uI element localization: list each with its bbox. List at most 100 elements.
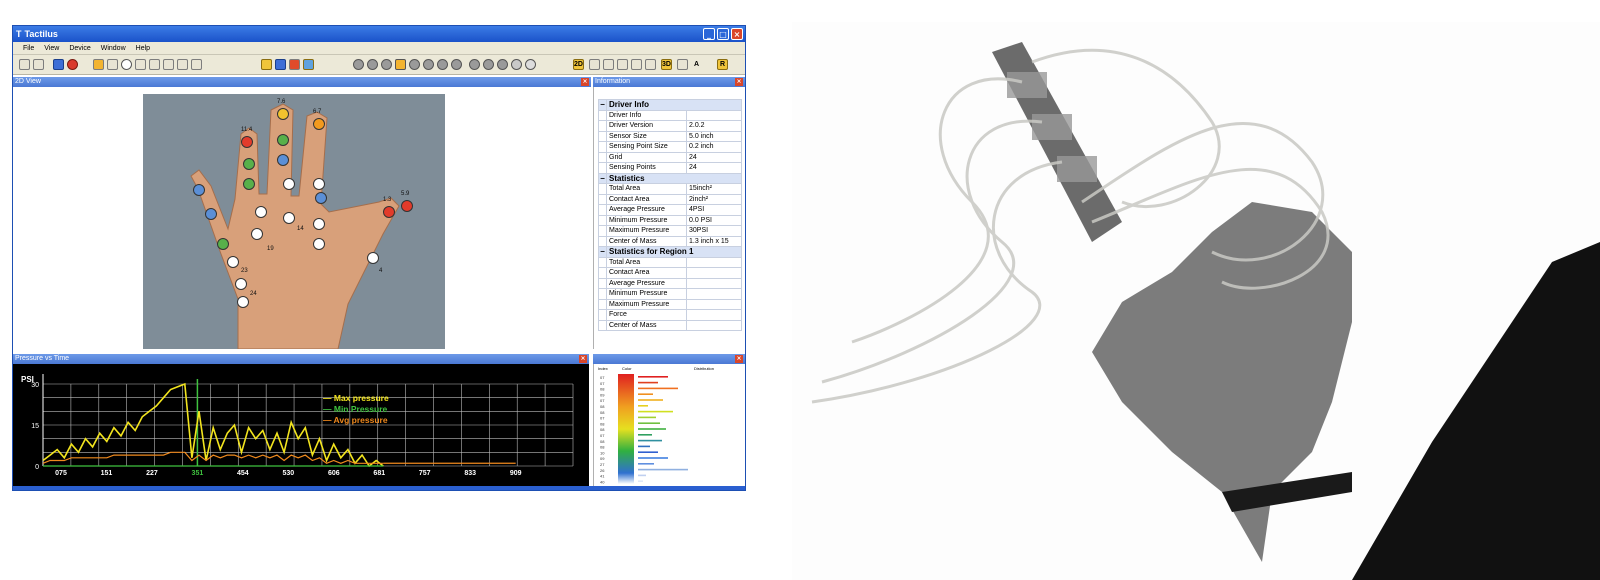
color-scale (618, 374, 634, 484)
sensor-point[interactable] (313, 178, 325, 190)
sensor-point[interactable] (277, 108, 289, 120)
info-value: 15inch² (686, 183, 742, 195)
collapse-icon[interactable]: − (598, 172, 607, 184)
sensor-point[interactable] (235, 278, 247, 290)
minimize-button[interactable]: _ (703, 28, 715, 40)
display-icon[interactable] (677, 59, 688, 70)
graph-icon[interactable] (617, 59, 628, 70)
save-icon[interactable] (53, 59, 64, 70)
row-indent (598, 141, 607, 153)
menu-device[interactable]: Device (69, 45, 90, 52)
sensor-point[interactable] (283, 178, 295, 190)
sensor-point[interactable] (243, 178, 255, 190)
new-file-icon[interactable] (19, 59, 30, 70)
sensor-point[interactable] (251, 228, 263, 240)
grid-icon[interactable] (261, 59, 272, 70)
pen-icon[interactable] (107, 59, 118, 70)
sensor-number: 19 (267, 246, 274, 252)
info-row: Sensor Size 5.0 inch (598, 130, 742, 142)
close-icon[interactable]: × (735, 78, 743, 86)
close-icon[interactable]: × (581, 78, 589, 86)
sensor-point[interactable] (205, 208, 217, 220)
info-value: 0.2 inch (686, 141, 742, 153)
zoom-out-icon[interactable] (483, 59, 494, 70)
sensor-point[interactable] (255, 206, 267, 218)
collapse-icon[interactable]: − (598, 99, 607, 111)
rotate-right-icon[interactable] (511, 59, 522, 70)
zoom-in-icon[interactable] (469, 59, 480, 70)
sensor-point[interactable] (277, 134, 289, 146)
palette-icon[interactable] (289, 59, 300, 70)
sensor-point[interactable] (217, 238, 229, 250)
step-back-icon[interactable] (381, 59, 392, 70)
map-icon[interactable] (303, 59, 314, 70)
sensor-point[interactable] (193, 184, 205, 196)
section-title: Driver Info (606, 99, 742, 111)
row-indent (598, 120, 607, 132)
dist-header: Index (598, 366, 608, 371)
row-indent (598, 277, 607, 289)
sensor-point[interactable] (241, 136, 253, 148)
info-section-header[interactable]: − Driver Info (598, 99, 742, 111)
info-header: Information × (593, 77, 745, 87)
info-section-header[interactable]: − Statistics for Region 1 (598, 246, 742, 258)
stop-icon[interactable] (67, 59, 78, 70)
trend-icon[interactable] (631, 59, 642, 70)
close-icon[interactable]: × (735, 355, 743, 363)
rectangle-icon[interactable] (135, 59, 146, 70)
rotate-left-icon[interactable] (497, 59, 508, 70)
bar-icon[interactable] (589, 59, 600, 70)
menu-view[interactable]: View (44, 45, 59, 52)
report-icon[interactable]: R (717, 59, 728, 70)
maximize-button[interactable]: □ (717, 28, 729, 40)
rewind-icon[interactable] (367, 59, 378, 70)
pointer-icon[interactable] (93, 59, 104, 70)
sensor-point[interactable] (315, 192, 327, 204)
chart-icon[interactable] (603, 59, 614, 70)
region-icon[interactable] (177, 59, 188, 70)
reset-view-icon[interactable] (525, 59, 536, 70)
peak-icon[interactable] (645, 59, 656, 70)
ellipse-icon[interactable] (121, 59, 132, 70)
collapse-icon[interactable]: − (598, 246, 607, 258)
close-button[interactable]: × (731, 28, 743, 40)
sensor-point[interactable] (283, 212, 295, 224)
sensor-point[interactable] (227, 256, 239, 268)
info-section-header[interactable]: − Statistics (598, 172, 742, 184)
open-file-icon[interactable] (33, 59, 44, 70)
menu-file[interactable]: File (23, 45, 34, 52)
record-icon[interactable] (395, 59, 406, 70)
sensor-point[interactable] (383, 206, 395, 218)
grid-alt-icon[interactable] (275, 59, 286, 70)
sensor-point[interactable] (401, 200, 413, 212)
play-icon[interactable] (409, 59, 420, 70)
sensor-point[interactable] (313, 238, 325, 250)
dist-index: 41 (600, 474, 605, 479)
text-icon[interactable]: A (691, 59, 702, 70)
menu-window[interactable]: Window (101, 45, 126, 52)
step-forward-icon[interactable] (423, 59, 434, 70)
sensor-point[interactable] (367, 252, 379, 264)
menu-help[interactable]: Help (136, 45, 150, 52)
hand-icon[interactable] (149, 59, 160, 70)
info-value (686, 309, 742, 321)
view-2d-button[interactable]: 2D (573, 59, 584, 70)
eraser-icon[interactable] (191, 59, 202, 70)
dist-bar (638, 439, 662, 442)
sensor-point[interactable] (243, 158, 255, 170)
sensor-point[interactable] (237, 296, 249, 308)
sensor-point[interactable] (313, 218, 325, 230)
line-icon[interactable] (163, 59, 174, 70)
dist-bar (638, 463, 654, 465)
info-value: 24 (686, 162, 742, 174)
glove-illustration (811, 42, 1600, 580)
fast-forward-icon[interactable] (437, 59, 448, 70)
sensor-point[interactable] (313, 118, 325, 130)
last-frame-icon[interactable] (451, 59, 462, 70)
info-row: Average Pressure 4PSI (598, 204, 742, 216)
first-frame-icon[interactable] (353, 59, 364, 70)
sensor-number: 14 (297, 226, 304, 232)
close-icon[interactable]: × (579, 355, 587, 363)
view-3d-button[interactable]: 3D (661, 59, 672, 70)
sensor-point[interactable] (277, 154, 289, 166)
